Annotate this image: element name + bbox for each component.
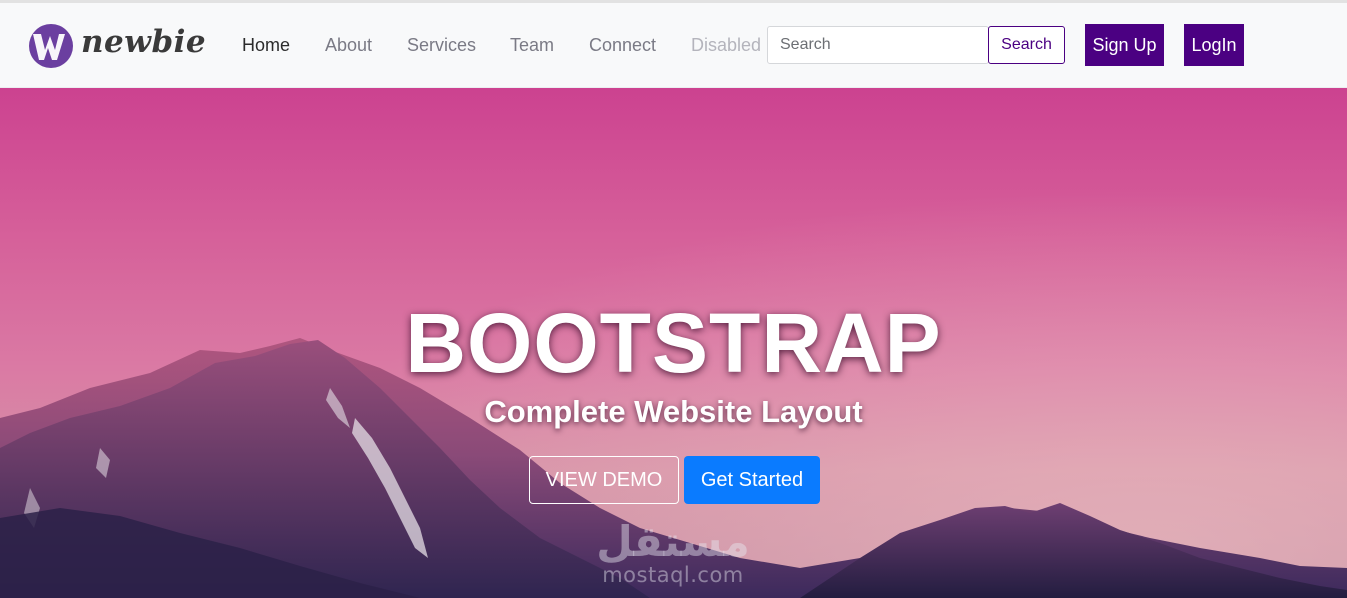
hero-subtitle: Complete Website Layout	[484, 394, 863, 429]
search-button[interactable]: Search	[988, 26, 1065, 64]
nav-disabled: Disabled	[691, 35, 762, 55]
login-button[interactable]: LogIn	[1184, 24, 1244, 66]
hero-title: BOOTSTRAP	[405, 296, 942, 390]
brand-wordmark: newbie	[81, 24, 207, 60]
navbar: newbie Home About Services Team Connect …	[0, 3, 1347, 88]
hero-banner: BOOTSTRAP Complete Website Layout VIEW D…	[0, 88, 1347, 598]
nav-home[interactable]: Home	[242, 35, 290, 56]
get-started-button[interactable]: Get Started	[684, 456, 820, 504]
view-demo-button[interactable]: VIEW DEMO	[529, 456, 679, 504]
watermark-arabic-text: مستقل	[596, 517, 750, 566]
nav-connect[interactable]: Connect	[589, 35, 656, 56]
watermark-latin-text: mostaql.com	[602, 563, 744, 587]
nav-about[interactable]: About	[325, 35, 372, 56]
w3-logo-icon	[29, 24, 73, 68]
sign-up-button[interactable]: Sign Up	[1085, 24, 1164, 66]
nav-services[interactable]: Services	[407, 35, 476, 56]
nav-team[interactable]: Team	[510, 35, 554, 56]
mostaql-watermark: مستقل mostaql.com	[592, 520, 754, 590]
search-input[interactable]	[767, 26, 989, 64]
brand-logo-link[interactable]: newbie	[27, 20, 206, 72]
